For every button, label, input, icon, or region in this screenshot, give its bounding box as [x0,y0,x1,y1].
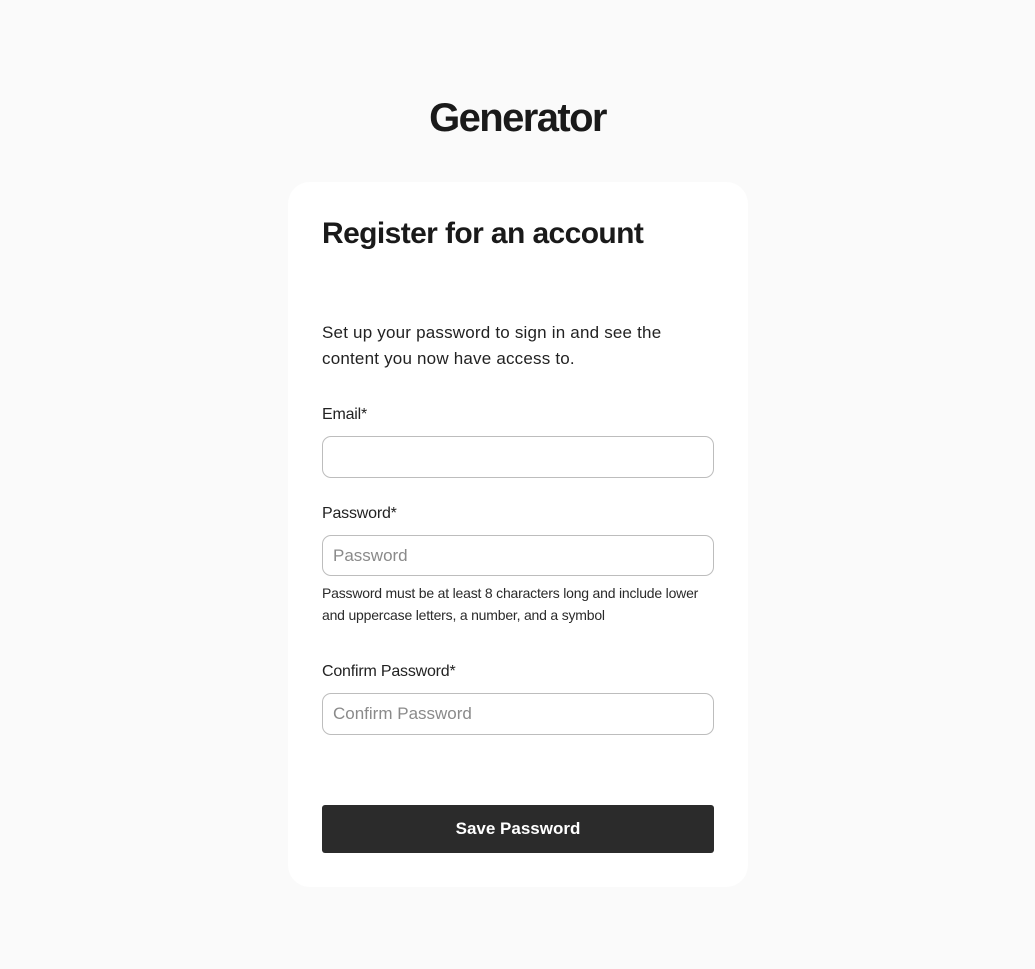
page-title: Register for an account [322,217,644,250]
email-field[interactable] [322,436,714,478]
email-label: Email* [322,406,368,423]
confirm-password-label: Confirm Password* [322,663,456,680]
password-help-text: Password must be at least 8 characters l… [322,585,699,623]
password-field[interactable] [322,535,714,576]
save-password-button[interactable]: Save Password [322,805,714,853]
page: Generator Register for an account Set up… [0,0,1035,969]
confirm-password-field[interactable] [322,693,714,735]
brand-logo: Generator [429,96,607,140]
password-label: Password* [322,505,397,522]
intro-text: Set up your password to sign in and see … [322,323,662,368]
